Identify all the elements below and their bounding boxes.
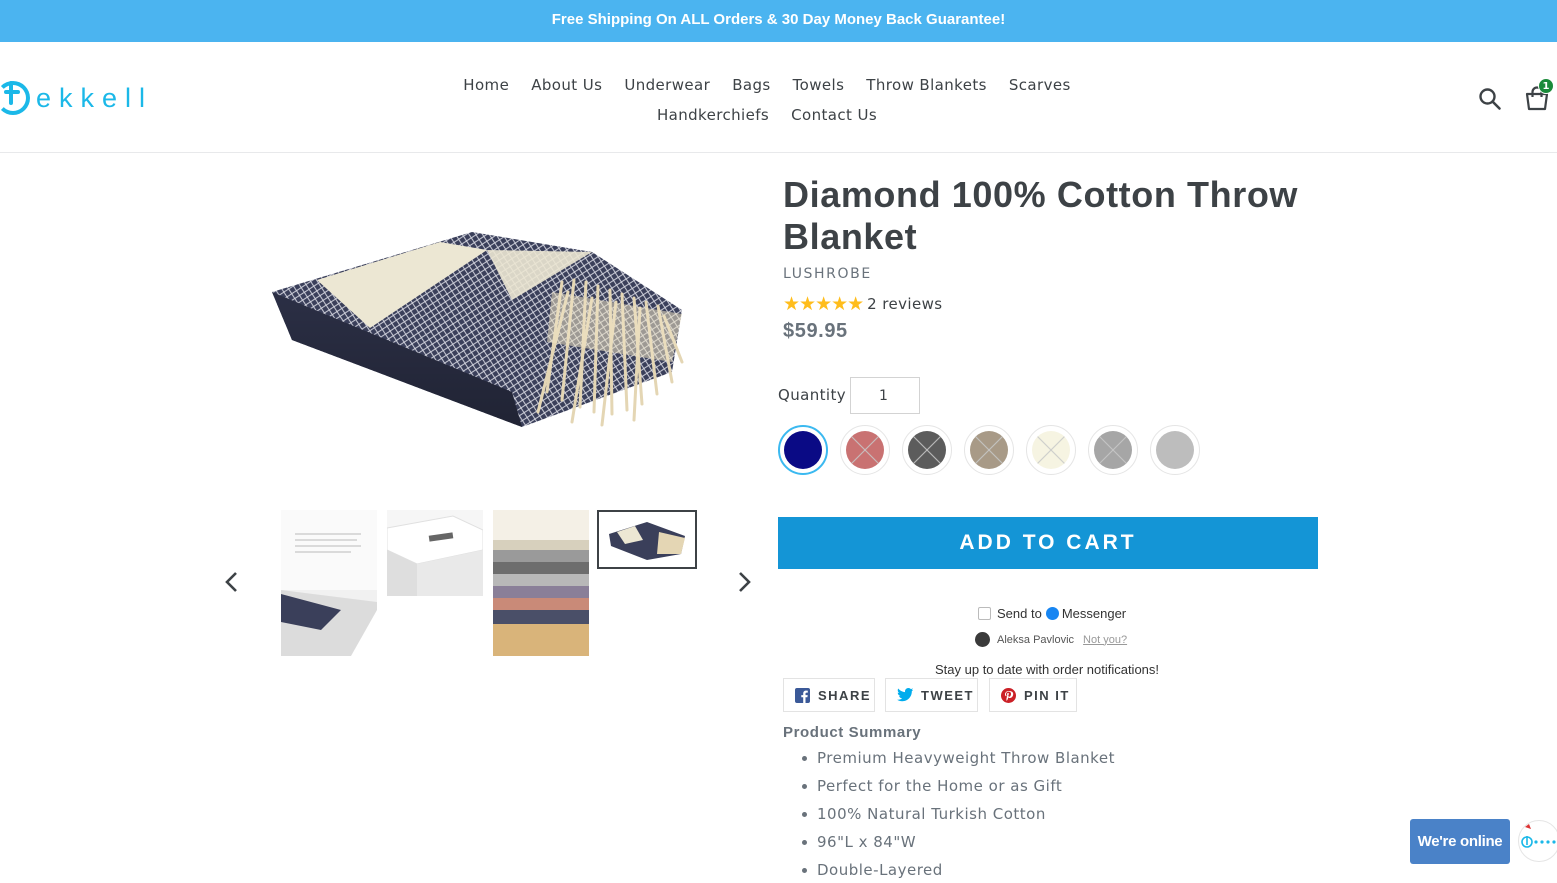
- unavailable-cross-icon: [847, 432, 883, 468]
- share-facebook-button[interactable]: SHARE: [783, 678, 875, 712]
- unavailable-cross-icon: [909, 432, 945, 468]
- thumbnail-folded-blanket-selected[interactable]: [597, 510, 697, 569]
- messenger-user: Aleksa Pavlovic Not you?: [975, 632, 1127, 647]
- messenger-icon: [1045, 607, 1059, 620]
- share-twitter-button[interactable]: TWEET: [885, 678, 978, 712]
- thumbnail-gift-box[interactable]: [387, 510, 483, 596]
- swatch-color-fill: [1094, 431, 1132, 469]
- list-item: Perfect for the Home or as Gift: [800, 772, 1115, 800]
- thumbnail-stack[interactable]: [493, 510, 589, 656]
- notifications-note: Stay up to date with order notifications…: [935, 662, 1160, 677]
- chevron-right-icon[interactable]: [734, 570, 754, 594]
- brand-logo[interactable]: ekkell: [0, 78, 153, 118]
- list-item: Double-Layered: [800, 856, 1115, 883]
- twitter-icon: [897, 688, 913, 702]
- facebook-icon: [795, 687, 810, 703]
- send-to-label: Send to: [997, 606, 1042, 621]
- logo-mark-icon: [0, 81, 30, 115]
- reviews-link[interactable]: 2 reviews: [867, 295, 942, 313]
- product-main-image[interactable]: [262, 222, 700, 438]
- swatch-color-fill: [1156, 431, 1194, 469]
- nav-item-home[interactable]: Home: [463, 76, 509, 94]
- share-pinterest-button[interactable]: PIN IT: [989, 678, 1077, 712]
- quantity-label: Quantity: [778, 386, 847, 404]
- nav-item-handkerchiefs[interactable]: Handkerchiefs: [657, 106, 769, 124]
- nav-item-about-us[interactable]: About Us: [531, 76, 602, 94]
- swatch-color-fill: [908, 431, 946, 469]
- nav-item-underwear[interactable]: Underwear: [624, 76, 710, 94]
- messenger-opt-in: Send to Messenger: [978, 606, 1126, 621]
- color-swatch[interactable]: [840, 425, 890, 475]
- cart-count-badge: 1: [1538, 78, 1554, 94]
- thumbnail-box-open[interactable]: [281, 510, 377, 656]
- messenger-label: Messenger: [1061, 606, 1127, 621]
- tweet-label: TWEET: [921, 687, 974, 703]
- swatch-color-fill: [846, 431, 884, 469]
- rating-stars-icon: ★★★★★: [783, 293, 864, 315]
- color-swatch[interactable]: [1088, 425, 1138, 475]
- share-label: SHARE: [818, 687, 872, 703]
- chat-online-button[interactable]: We're online: [1410, 819, 1510, 864]
- thumbnail-carousel: [222, 510, 762, 660]
- avatar: [975, 632, 990, 647]
- swatch-color-fill: [784, 431, 822, 469]
- color-swatch[interactable]: [1150, 425, 1200, 475]
- unavailable-cross-icon: [1033, 432, 1069, 468]
- product-rating: ★★★★★ 2 reviews: [783, 294, 943, 314]
- list-item: 96"L x 84"W: [800, 828, 1115, 856]
- list-item: Premium Heavyweight Throw Blanket: [800, 744, 1115, 772]
- main-nav: Home About Us Underwear Bags Towels Throw Bla…: [440, 70, 1094, 130]
- color-swatch[interactable]: [778, 425, 828, 475]
- product-title: Diamond 100% Cotton Throw Blanket: [783, 174, 1299, 257]
- product-summary-list: Premium Heavyweight Throw Blanket Perfec…: [800, 744, 1115, 883]
- add-to-cart-button[interactable]: ADD TO CART: [778, 517, 1318, 569]
- quantity-input[interactable]: [850, 377, 920, 414]
- color-swatch[interactable]: [964, 425, 1014, 475]
- nav-item-bags[interactable]: Bags: [732, 76, 770, 94]
- product-vendor: LUSHROBE: [783, 266, 872, 282]
- pinterest-icon: [1001, 687, 1016, 703]
- product-summary-heading: Product Summary: [783, 724, 922, 741]
- not-you-link[interactable]: Not you?: [1083, 634, 1127, 646]
- color-swatch[interactable]: [902, 425, 952, 475]
- search-icon[interactable]: [1478, 87, 1502, 111]
- unavailable-cross-icon: [1095, 432, 1131, 468]
- pin-it-label: PIN IT: [1024, 687, 1070, 703]
- messenger-user-name: Aleksa Pavlovic: [997, 633, 1075, 646]
- nav-item-throw-blankets[interactable]: Throw Blankets: [866, 76, 987, 94]
- color-swatch[interactable]: [1026, 425, 1076, 475]
- swatch-color-fill: [970, 431, 1008, 469]
- nav-item-towels[interactable]: Towels: [793, 76, 845, 94]
- list-item: 100% Natural Turkish Cotton: [800, 800, 1115, 828]
- nav-item-contact-us[interactable]: Contact Us: [791, 106, 877, 124]
- swatch-color-fill: [1032, 431, 1070, 469]
- announcement-bar: Free Shipping On ALL Orders & 30 Day Mon…: [0, 0, 1557, 42]
- site-header: ekkell Home About Us Underwear Bags Towels Th…: [0, 42, 1557, 153]
- unavailable-cross-icon: [971, 432, 1007, 468]
- logo-text: ekkell: [36, 82, 154, 113]
- product-price: $59.95: [783, 320, 848, 342]
- chat-avatar-icon[interactable]: [1518, 820, 1557, 862]
- messenger-checkbox[interactable]: [978, 607, 991, 620]
- chevron-left-icon[interactable]: [222, 570, 242, 594]
- nav-item-scarves[interactable]: Scarves: [1009, 76, 1071, 94]
